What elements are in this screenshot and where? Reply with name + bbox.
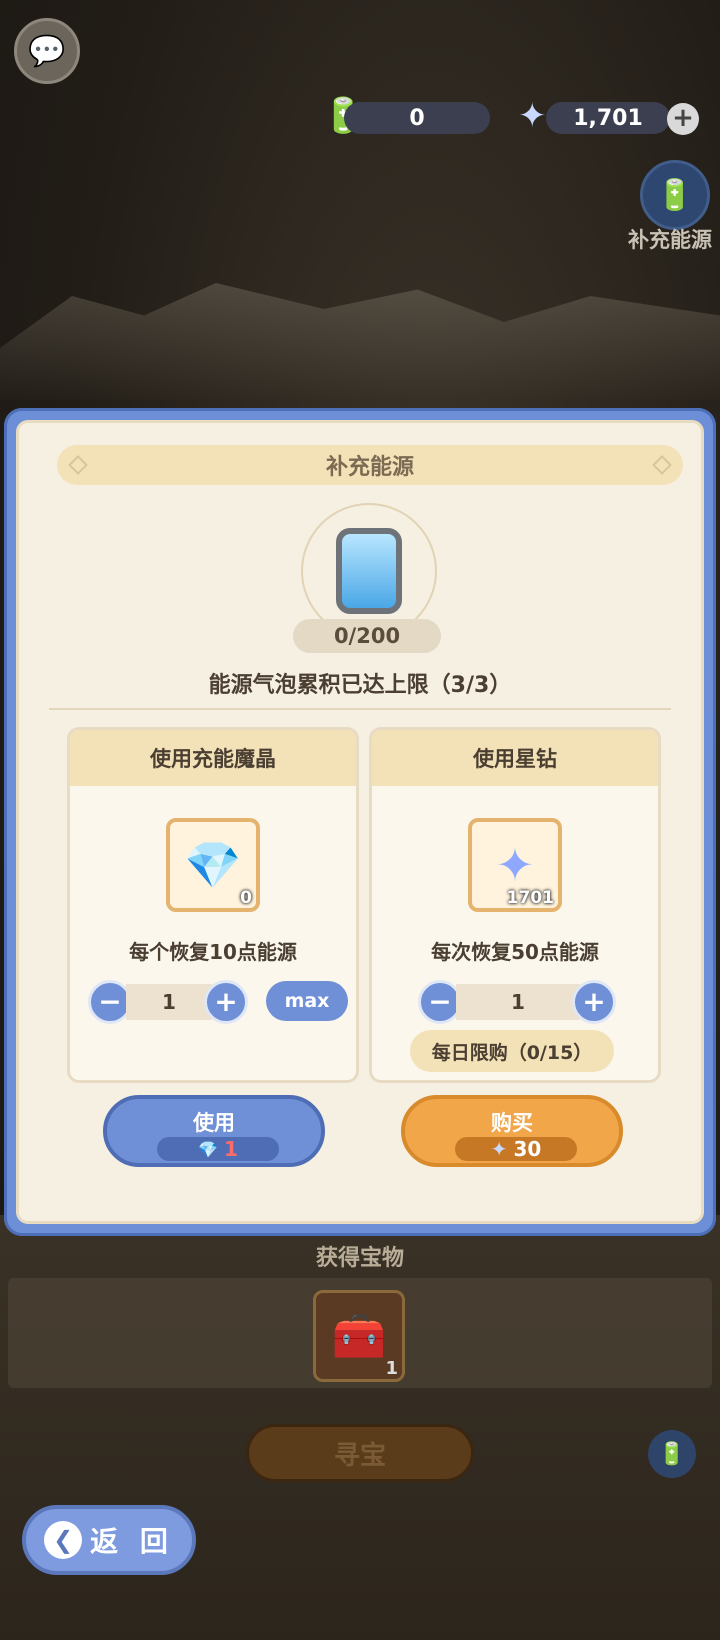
divider bbox=[49, 708, 671, 710]
star-diamond-plus-button[interactable]: + bbox=[572, 980, 616, 1024]
charge-crystal-icon: 💎 bbox=[198, 1139, 218, 1159]
refill-energy-side-button[interactable]: 🔋 bbox=[640, 160, 710, 230]
energy-count: 0/200 bbox=[293, 619, 441, 653]
use-cost-value: 1 bbox=[224, 1137, 238, 1161]
buy-cost: ✦ 30 bbox=[455, 1137, 577, 1161]
use-crystal-card: 使用充能魔晶 💎 0 每个恢复10点能源 − 1 + max bbox=[67, 727, 359, 1083]
title-ornament-left-icon bbox=[68, 455, 88, 475]
buy-cost-value: 30 bbox=[513, 1137, 542, 1161]
use-star-diamond-header: 使用星钻 bbox=[372, 730, 658, 786]
energy-capsule-icon: 🔋 bbox=[658, 1441, 686, 1467]
refill-energy-dialog: 补充能源 0/200 能源气泡累积已达上限（3/3） 使用充能魔晶 💎 0 每个… bbox=[4, 408, 716, 1236]
chat-button[interactable]: 💬 bbox=[14, 18, 80, 84]
treasure-chest-icon: 🧰 bbox=[331, 1311, 387, 1362]
buy-button-label: 购买 bbox=[491, 1111, 533, 1135]
star-diamond-quantity[interactable]: 1 bbox=[456, 984, 580, 1020]
back-arrow-icon: ❮ bbox=[44, 1521, 83, 1559]
daily-purchase-limit: 每日限购（0/15） bbox=[410, 1030, 614, 1072]
chest-count: 1 bbox=[385, 1358, 398, 1379]
use-crystal-header: 使用充能魔晶 bbox=[70, 730, 356, 786]
charge-crystal-item[interactable]: 💎 0 bbox=[166, 818, 260, 912]
energy-capsule-value: 0 bbox=[409, 105, 425, 131]
back-label: 返 回 bbox=[90, 1525, 174, 1558]
title-ornament-right-icon bbox=[652, 455, 672, 475]
use-button[interactable]: 使用 💎 1 bbox=[103, 1095, 325, 1167]
use-button-label: 使用 bbox=[193, 1111, 235, 1135]
star-diamond-icon: ✦ bbox=[490, 1137, 508, 1161]
energy-capsule-icon bbox=[336, 528, 402, 614]
crystal-plus-button[interactable]: + bbox=[204, 980, 248, 1024]
star-diamond-icon: ✦ bbox=[495, 838, 535, 892]
star-diamond-description: 每次恢复50点能源 bbox=[431, 940, 599, 964]
star-diamond-icon: ✦ bbox=[518, 96, 547, 136]
charge-crystal-icon: 💎 bbox=[184, 837, 242, 892]
star-diamond-count: 1701 bbox=[506, 888, 554, 908]
seek-treasure-button[interactable]: 寻宝 bbox=[246, 1424, 474, 1482]
treasure-chest-item[interactable]: 🧰 1 bbox=[313, 1290, 405, 1382]
energy-small-button[interactable]: 🔋 bbox=[648, 1430, 696, 1478]
use-cost: 💎 1 bbox=[157, 1137, 279, 1161]
crystal-description: 每个恢复10点能源 bbox=[129, 940, 297, 964]
star-diamond-item[interactable]: ✦ 1701 bbox=[468, 818, 562, 912]
crystal-quantity[interactable]: 1 bbox=[126, 984, 212, 1020]
treasure-section-title: 获得宝物 bbox=[315, 1246, 404, 1271]
back-button[interactable]: ❮ 返 回 bbox=[22, 1505, 196, 1575]
use-star-diamond-card: 使用星钻 ✦ 1701 每次恢复50点能源 − 1 + 每日限购（0/15） bbox=[369, 727, 661, 1083]
energy-capsule-counter: 0 bbox=[344, 102, 490, 134]
energy-limit-text: 能源气泡累积已达上限（3/3） bbox=[208, 673, 512, 698]
star-diamond-value: 1,701 bbox=[573, 105, 643, 131]
chat-bubble-icon: 💬 bbox=[28, 33, 66, 69]
crystal-max-button[interactable]: max bbox=[266, 981, 348, 1021]
energy-capsule-icon: 🔋 bbox=[656, 177, 694, 213]
star-diamond-counter: 1,701 bbox=[546, 102, 670, 134]
crystal-count: 0 bbox=[240, 888, 252, 908]
dialog-panel: 补充能源 0/200 能源气泡累积已达上限（3/3） 使用充能魔晶 💎 0 每个… bbox=[16, 420, 704, 1224]
buy-button[interactable]: 购买 ✦ 30 bbox=[401, 1095, 623, 1167]
add-star-diamond-button[interactable]: + bbox=[667, 103, 699, 135]
dialog-title-bar: 补充能源 bbox=[57, 445, 683, 485]
dialog-title: 补充能源 bbox=[325, 455, 414, 480]
refill-energy-side-label: 补充能源 bbox=[628, 228, 712, 252]
